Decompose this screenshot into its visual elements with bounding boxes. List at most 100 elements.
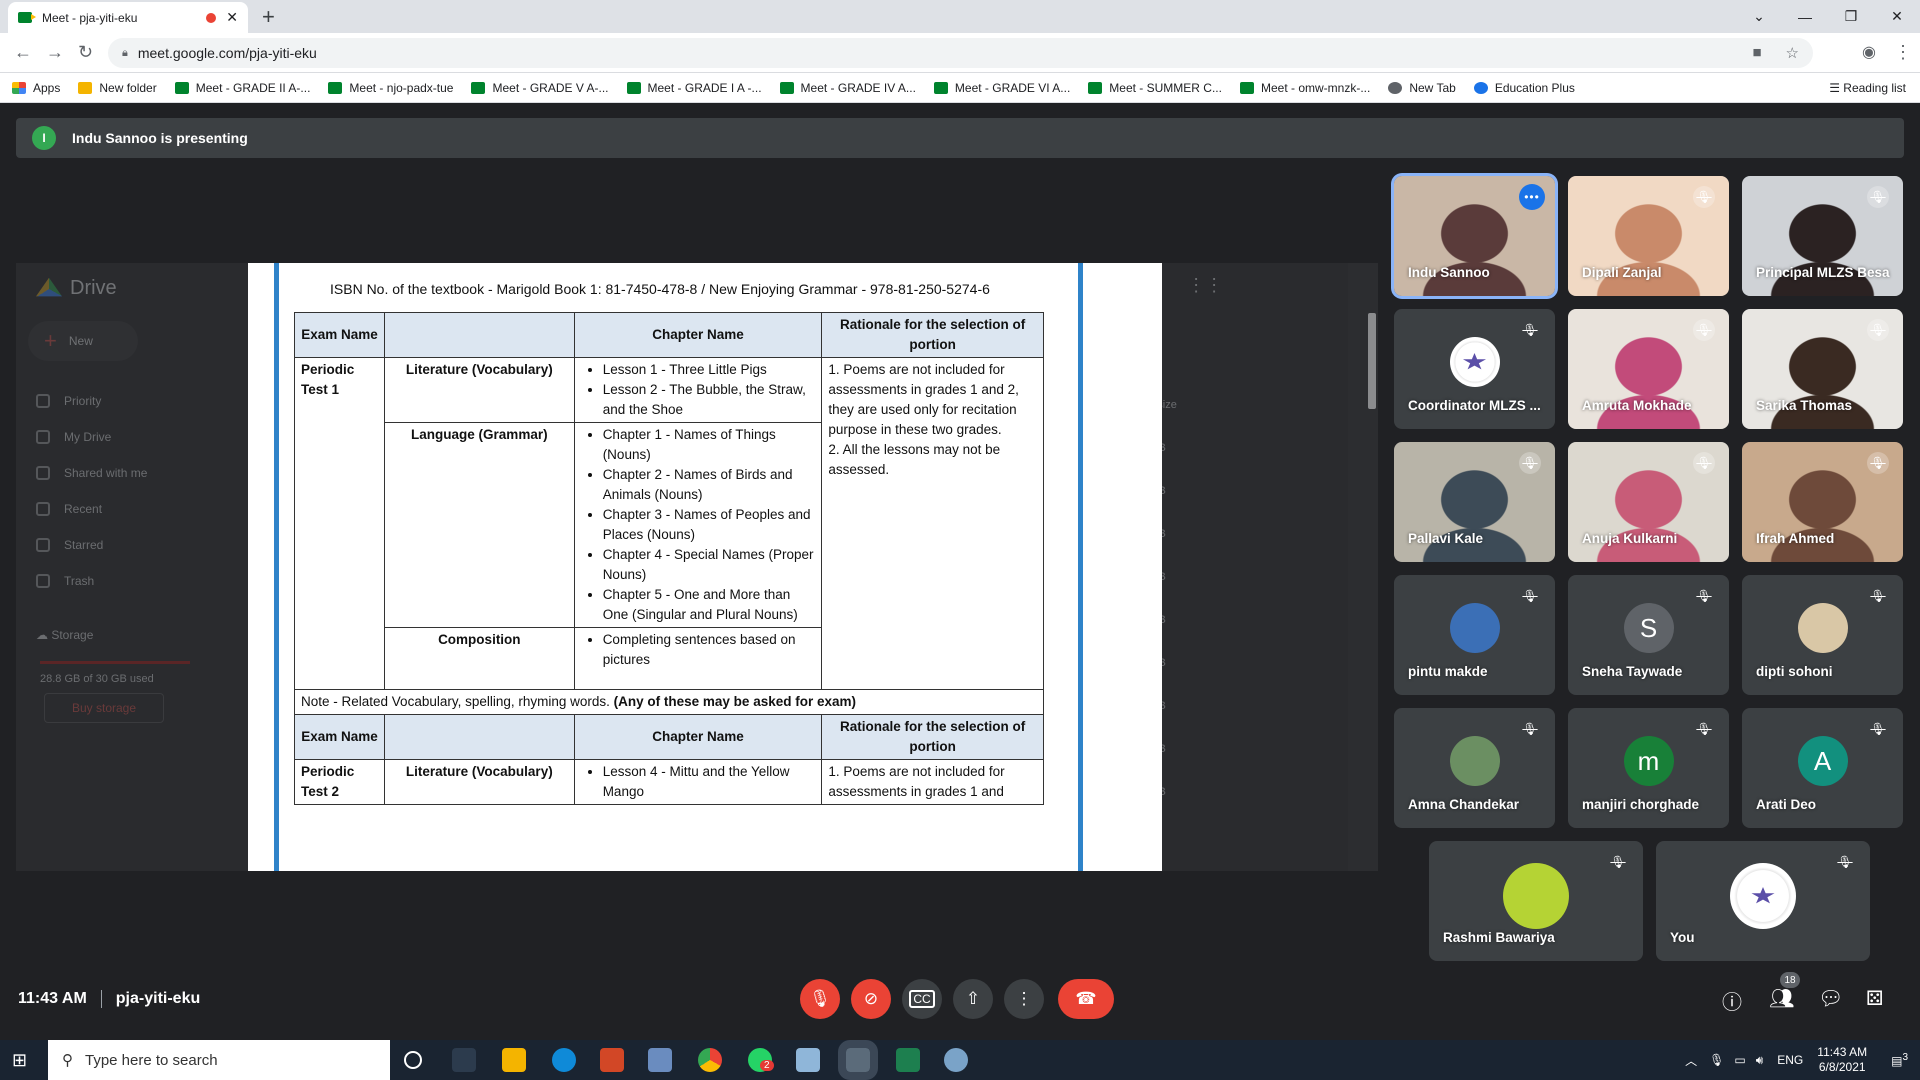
- network-icon[interactable]: ▭: [1734, 1053, 1745, 1067]
- activities-icon[interactable]: ⚄: [1866, 986, 1883, 1011]
- taskbar-search-box[interactable]: ⚲ Type here to search: [48, 1040, 390, 1080]
- participant-tile[interactable]: S 🎙︎ Sneha Taywade: [1568, 575, 1729, 695]
- participant-tile[interactable]: 🎙︎ Principal MLZS Besa: [1742, 176, 1903, 296]
- more-vert-icon: ⋮: [1015, 989, 1033, 1008]
- new-tab-button[interactable]: +: [262, 4, 275, 30]
- microphone-toggle-button[interactable]: 🎙︎: [800, 979, 840, 1019]
- participant-tile[interactable]: 🎙︎ Anuja Kulkarni: [1568, 442, 1729, 562]
- buy-storage-button: Buy storage: [44, 693, 164, 723]
- end-call-icon: ☎︎: [1075, 989, 1097, 1008]
- close-window-button[interactable]: ✕: [1874, 8, 1920, 25]
- notes-app-icon[interactable]: [796, 1048, 820, 1072]
- leave-call-button[interactable]: ☎︎: [1058, 979, 1114, 1019]
- bookmark-item[interactable]: Meet - GRADE V A-...: [471, 81, 609, 95]
- meeting-details-icon[interactable]: ⓘ: [1722, 986, 1742, 1015]
- doc-border-right: [1078, 263, 1083, 871]
- tray-chevron-icon[interactable]: ︿: [1685, 1052, 1697, 1069]
- file-explorer-icon[interactable]: [502, 1048, 526, 1072]
- tray-mic-icon[interactable]: 🎙︎: [1709, 1053, 1724, 1067]
- drive-nav-label: Shared with me: [64, 466, 148, 480]
- back-arrow-icon[interactable]: ←: [14, 42, 32, 63]
- edge-icon[interactable]: [552, 1048, 576, 1072]
- divider: [100, 990, 102, 1008]
- participant-tile[interactable]: 🎙︎ Ifrah Ahmed: [1742, 442, 1903, 562]
- drive-logo: Drive: [36, 277, 117, 300]
- bookmark-item[interactable]: Meet - omw-mnzk-...: [1239, 80, 1371, 95]
- powerpoint-icon[interactable]: [600, 1048, 624, 1072]
- section-cell: Literature (Vocabulary): [383, 357, 575, 423]
- drive-nav-icon: [36, 538, 50, 552]
- bookmark-star-icon[interactable]: ☆: [1786, 44, 1799, 62]
- network-app-icon[interactable]: [648, 1048, 672, 1072]
- participant-tile[interactable]: m 🎙︎ manjiri chorghade: [1568, 708, 1729, 828]
- chrome-active-icon[interactable]: [838, 1040, 878, 1080]
- browser-menu-icon[interactable]: ⋮: [1894, 42, 1912, 63]
- browser-tab-strip: Meet - pja-yiti-eku ✕ + ⌄ — ❐ ✕: [0, 0, 1920, 33]
- drive-scrollbar: [1368, 313, 1376, 409]
- volume-icon[interactable]: 🔊︎: [1756, 1053, 1764, 1068]
- participant-tile[interactable]: 🎙︎ Dipali Zanjal: [1568, 176, 1729, 296]
- bookmark-label: Meet - SUMMER C...: [1109, 80, 1222, 95]
- participant-tile[interactable]: 🎙︎ pintu makde: [1394, 575, 1555, 695]
- bookmark-label: Meet - omw-mnzk-...: [1260, 80, 1371, 95]
- task-view-icon[interactable]: [452, 1048, 476, 1072]
- bookmark-item[interactable]: Education Plus: [1473, 81, 1575, 95]
- participant-tile[interactable]: 🎙︎ Amruta Mokhade: [1568, 309, 1729, 429]
- drive-nav-item: Starred: [36, 527, 147, 563]
- participant-tile[interactable]: 🎙︎ dipti sohoni: [1742, 575, 1903, 695]
- muted-mic-icon: 🎙︎: [1522, 722, 1538, 736]
- tab-search-icon[interactable]: ⌄: [1736, 8, 1782, 25]
- rationale-line: 2. All the lessons may not be assessed.: [828, 442, 1001, 477]
- terminal-app-icon[interactable]: [896, 1048, 920, 1072]
- participant-name: Principal MLZS Besa: [1756, 265, 1890, 280]
- browser-tab-meet[interactable]: Meet - pja-yiti-eku ✕: [8, 2, 248, 33]
- reload-icon[interactable]: ↻: [78, 42, 93, 63]
- camera-toggle-button[interactable]: ⊘: [851, 979, 891, 1019]
- bookmark-item[interactable]: Meet - SUMMER C...: [1088, 81, 1222, 95]
- bookmark-item[interactable]: New folder: [78, 81, 157, 95]
- bookmark-item[interactable]: Apps: [12, 81, 60, 95]
- people-icon[interactable]: 👥︎: [1769, 986, 1794, 1011]
- address-bar[interactable]: 🔒︎ meet.google.com/pja-yiti-eku ■ ☆: [108, 38, 1813, 68]
- profile-avatar-icon[interactable]: ◉: [1862, 42, 1876, 62]
- participant-tile[interactable]: 🎙︎ Rashmi Bawariya: [1429, 841, 1643, 961]
- bookmark-item[interactable]: New Tab: [1388, 81, 1456, 95]
- paint-app-icon[interactable]: [944, 1048, 968, 1072]
- globe-icon: [1388, 81, 1403, 94]
- presenting-text: Indu Sannoo is presenting: [72, 130, 248, 146]
- more-options-button[interactable]: ⋮: [1004, 979, 1044, 1019]
- participant-tile[interactable]: ••• Indu Sannoo: [1394, 176, 1555, 296]
- participant-tile[interactable]: 🎙︎ Coordinator MLZS ...: [1394, 309, 1555, 429]
- captions-button[interactable]: CC: [902, 979, 942, 1019]
- taskbar-clock[interactable]: 11:43 AM 6/8/2021: [1817, 1045, 1867, 1075]
- present-now-button[interactable]: ⇧: [953, 979, 993, 1019]
- muted-mic-icon: 🎙︎: [1870, 589, 1886, 603]
- chrome-icon[interactable]: [698, 1048, 722, 1072]
- whatsapp-badge: 2: [760, 1060, 774, 1071]
- forward-arrow-icon[interactable]: →: [46, 42, 64, 63]
- bookmark-item[interactable]: Meet - GRADE IV A...: [779, 81, 916, 95]
- reading-list-button[interactable]: ☰ Reading list: [1829, 81, 1906, 95]
- camera-in-use-icon[interactable]: ■: [1752, 44, 1761, 62]
- apps-icon: [12, 81, 26, 94]
- windows-start-icon[interactable]: ⊞: [12, 1050, 27, 1071]
- tile-more-options-button[interactable]: •••: [1519, 184, 1545, 210]
- bookmark-item[interactable]: Meet - GRADE I A -...: [626, 81, 762, 95]
- bookmark-item[interactable]: Meet - GRADE II A-...: [174, 81, 310, 95]
- bookmark-item[interactable]: Meet - GRADE VI A...: [933, 81, 1070, 95]
- maximize-button[interactable]: ❐: [1828, 8, 1874, 25]
- bookmark-item[interactable]: Meet - njo-padx-tue: [328, 81, 453, 95]
- participant-tile[interactable]: 🎙︎ Sarika Thomas: [1742, 309, 1903, 429]
- drive-nav-icon: [36, 430, 50, 444]
- chat-icon[interactable]: 💬︎: [1818, 986, 1843, 1011]
- notifications-icon[interactable]: ▤3: [1891, 1052, 1908, 1068]
- participant-tile[interactable]: 🎙︎ You: [1656, 841, 1870, 961]
- windows-taskbar: ⊞ ⚲ Type here to search 2 ︿ 🎙︎ ▭ 🔊︎ ENG …: [0, 1040, 1920, 1080]
- participant-tile[interactable]: A 🎙︎ Arati Deo: [1742, 708, 1903, 828]
- minimize-button[interactable]: —: [1782, 9, 1828, 25]
- participant-tile[interactable]: 🎙︎ Amna Chandekar: [1394, 708, 1555, 828]
- tab-close-button[interactable]: ✕: [226, 9, 238, 26]
- participant-tile[interactable]: 🎙︎ Pallavi Kale: [1394, 442, 1555, 562]
- cortana-icon[interactable]: [404, 1051, 422, 1069]
- input-language[interactable]: ENG: [1777, 1053, 1803, 1067]
